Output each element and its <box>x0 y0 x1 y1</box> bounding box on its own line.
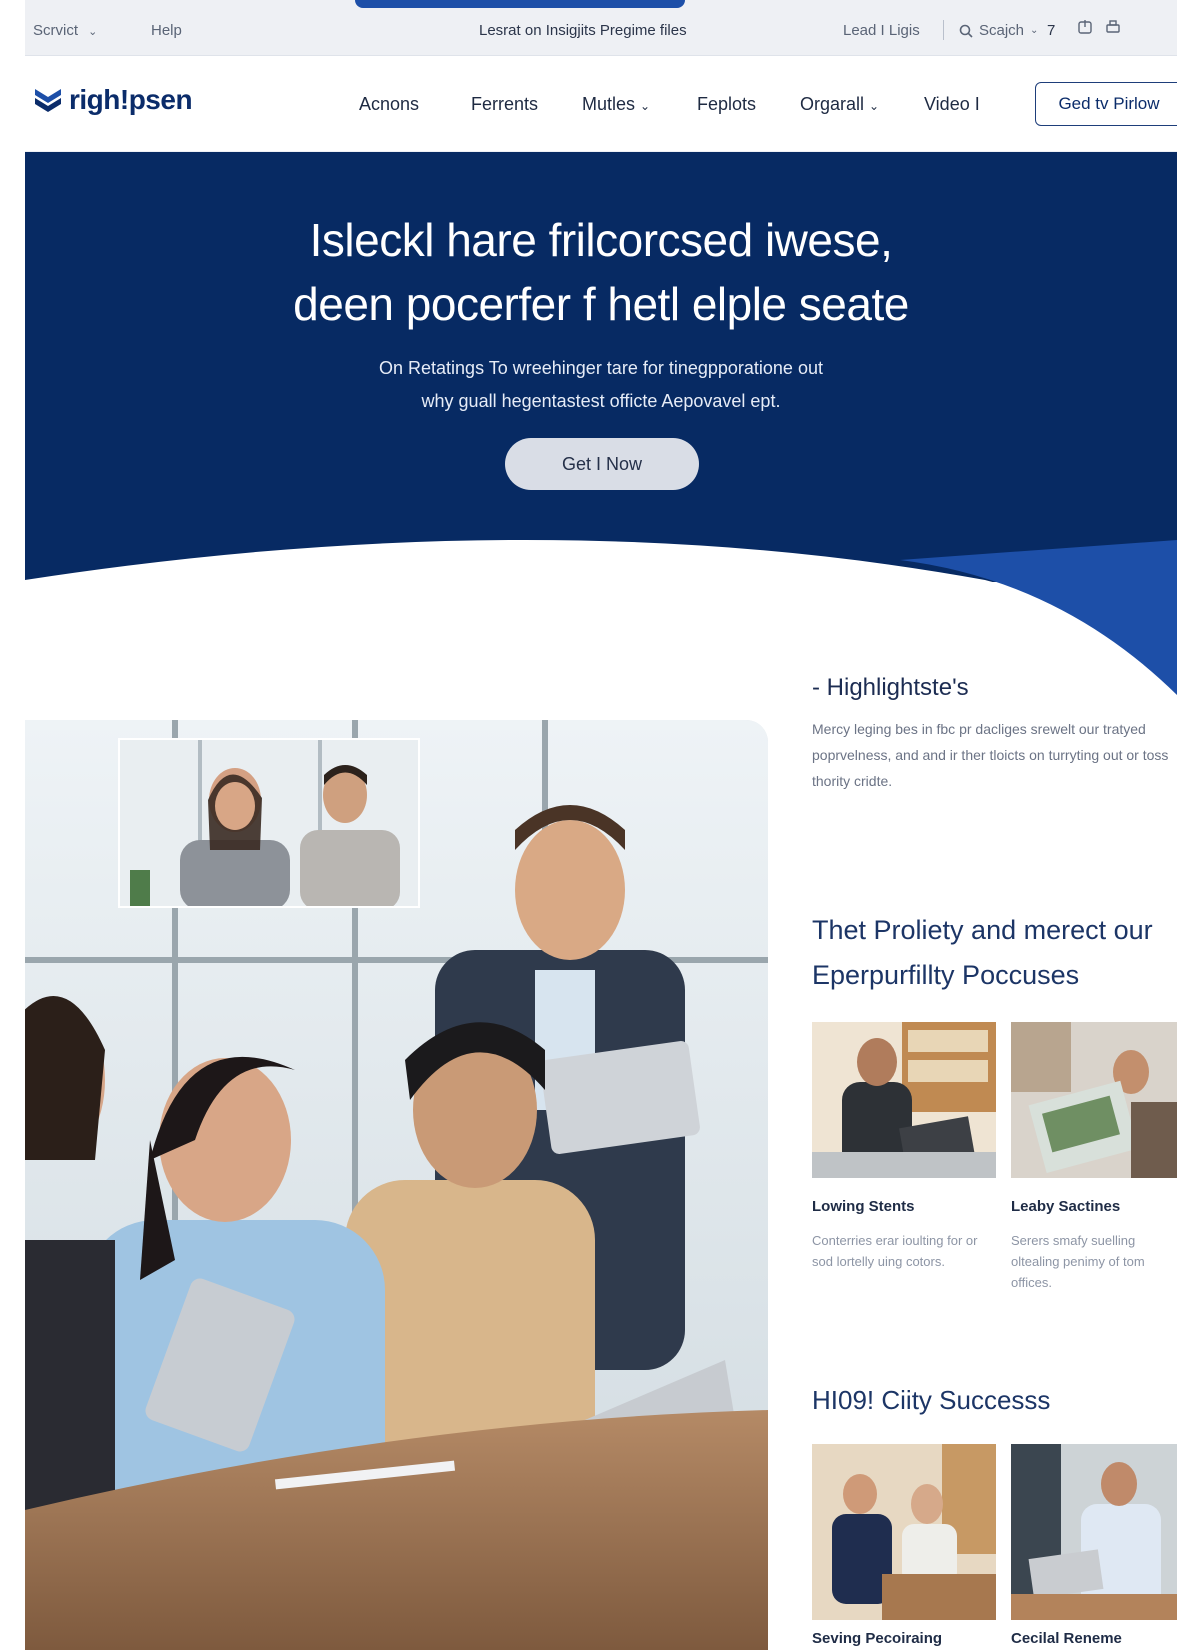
chevron-down-icon: ⌄ <box>640 99 651 113</box>
login-link[interactable]: Lead I Ligis <box>843 22 920 39</box>
hero-subtitle-line-2: why guall hegentastest officte Aepovavel… <box>421 391 781 411</box>
success-card-title[interactable]: Cecilal Reneme <box>1011 1630 1122 1647</box>
hero-subtitle: On Retatings To wreehinger tare for tine… <box>25 352 1177 418</box>
brand-mark-icon <box>35 89 61 112</box>
nav-link-label: Mutles <box>582 94 636 114</box>
priority-title: Thet Proliety and merect our Eperpurfill… <box>812 908 1177 998</box>
number-indicator[interactable]: 7 <box>1047 22 1055 39</box>
search-button[interactable]: Scajch ⌄ <box>959 22 1038 39</box>
nav-link-mutles[interactable]: Mutles ⌄ <box>582 94 650 115</box>
priority-card-text: Serers smafy suelling oltealing penimy o… <box>1011 1233 1145 1290</box>
search-label: Scajch <box>979 22 1025 39</box>
services-menu[interactable]: Scrvict ⌄ <box>33 22 97 39</box>
nav-link-video[interactable]: Video I <box>924 94 980 115</box>
card-image-illustration <box>812 1022 996 1178</box>
share-icon[interactable] <box>1077 19 1093 39</box>
success-title: HI09! Ciity Successs <box>812 1385 1051 1415</box>
priority-card-text: Conterries erar ioulting for or sod lort… <box>812 1233 978 1269</box>
priority-card-image[interactable] <box>1011 1022 1177 1178</box>
nav-link-actions[interactable]: Acnons <box>359 94 419 115</box>
success-card-title[interactable]: Seving Pecoiraing <box>812 1630 942 1647</box>
hero-headline-line-2: deen pocerfer f hetl elple seate <box>293 278 909 330</box>
divider <box>943 20 944 40</box>
success-card-image[interactable] <box>1011 1444 1177 1620</box>
nav-link-label: Orgarall <box>800 94 865 114</box>
priority-title-line-2: Eperpurfillty Poccuses <box>812 960 1080 990</box>
chevron-down-icon: ⌄ <box>1030 25 1039 36</box>
hero-headline-line-1: Isleckl hare frilcorcsed iwese, <box>309 214 893 266</box>
main-navigation: righ!psen Acnons Ferrents Mutles ⌄ Feplo… <box>25 56 1177 152</box>
utility-bar: Scrvict ⌄ Help Lesrat on Insigjits Pregi… <box>25 0 1177 56</box>
nav-link-reports[interactable]: Feplots <box>697 94 756 115</box>
success-section: HI09! Ciity Successs <box>812 1378 1177 1423</box>
card-image-illustration <box>812 1444 996 1620</box>
priority-title-line-1: Thet Proliety and merect our <box>812 915 1153 945</box>
priority-card-title[interactable]: Lowing Stents <box>812 1198 915 1215</box>
top-accent-tab <box>355 0 685 8</box>
page: Scrvict ⌄ Help Lesrat on Insigjits Pregi… <box>0 0 1177 1650</box>
primary-cta-button[interactable]: Ged tv Pirlow <box>1035 82 1177 126</box>
hero-subtitle-line-1: On Retatings To wreehinger tare for tine… <box>379 358 823 378</box>
announcement-link[interactable]: Lesrat on Insigjits Pregime files <box>479 22 687 39</box>
print-icon[interactable] <box>1105 19 1121 39</box>
highlights-section: - Highlightste's Mercy leging bes in fbc… <box>812 674 1177 794</box>
brand-logo[interactable]: righ!psen <box>33 84 193 116</box>
chevron-down-icon: ⌄ <box>869 99 880 113</box>
priority-card-image[interactable] <box>812 1022 996 1178</box>
hero-get-now-button[interactable]: Get I Now <box>505 438 699 490</box>
help-link[interactable]: Help <box>151 22 182 39</box>
inset-photo <box>118 738 420 908</box>
priority-section: Thet Proliety and merect our Eperpurfill… <box>812 908 1177 998</box>
nav-link-organisation[interactable]: Orgarall ⌄ <box>800 94 879 115</box>
inset-photo-illustration <box>120 740 418 906</box>
highlights-text: Mercy leging bes in fbc pr dacliges srew… <box>812 721 1169 789</box>
highlights-title: - Highlightste's <box>812 674 969 701</box>
hero-headline: Isleckl hare frilcorcsed iwese, deen poc… <box>25 208 1177 336</box>
nav-link-events[interactable]: Ferrents <box>471 94 538 115</box>
chevron-down-icon: ⌄ <box>88 26 98 38</box>
success-card-image[interactable] <box>812 1444 996 1620</box>
card-image-illustration <box>1011 1022 1177 1178</box>
card-image-illustration <box>1011 1444 1177 1620</box>
search-icon <box>959 24 973 38</box>
brand-name: righ!psen <box>69 84 193 115</box>
priority-card-title[interactable]: Leaby Sactines <box>1011 1198 1120 1215</box>
